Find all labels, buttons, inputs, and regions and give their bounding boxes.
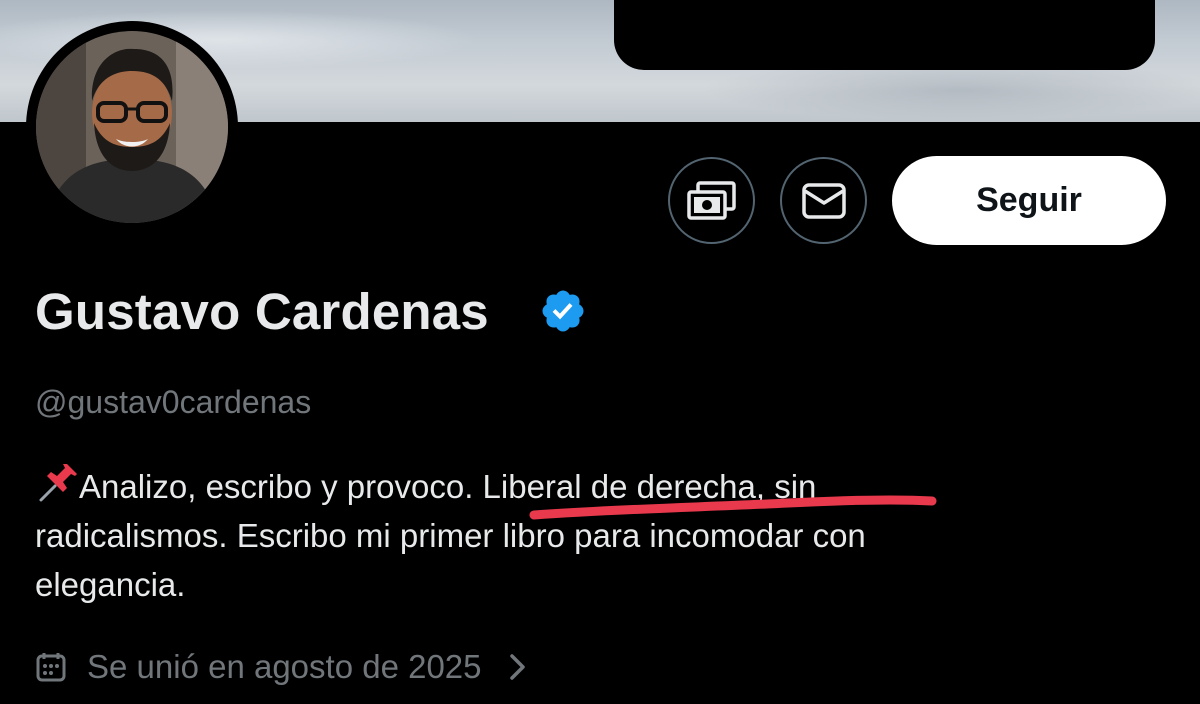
pushpin-icon [39, 464, 77, 502]
avatar[interactable] [26, 21, 238, 233]
message-button[interactable] [780, 157, 867, 244]
banner-overlay-panel [614, 0, 1155, 70]
joined-text: Se unió en agosto de 2025 [87, 648, 482, 685]
profile-page: Seguir Gustavo Cardenas @gustav0cardenas… [0, 0, 1200, 704]
bio-line-3: elegancia. [35, 566, 186, 603]
tip-button[interactable] [668, 157, 755, 244]
mail-icon [801, 182, 846, 219]
profile-bio: Analizo, escribo y provoco. Liberal de d… [35, 462, 1175, 609]
chevron-right-icon[interactable] [508, 652, 528, 682]
calendar-icon [35, 651, 67, 683]
joined-date: Se unió en agosto de 2025 [35, 644, 528, 690]
red-underline-annotation [529, 495, 937, 520]
user-handle: @gustav0cardenas [35, 384, 312, 420]
avatar-photo [36, 31, 228, 223]
verified-badge-icon[interactable] [539, 287, 587, 340]
follow-button[interactable]: Seguir [892, 156, 1166, 245]
money-icon [686, 180, 736, 220]
display-name: Gustavo Cardenas [35, 283, 489, 340]
